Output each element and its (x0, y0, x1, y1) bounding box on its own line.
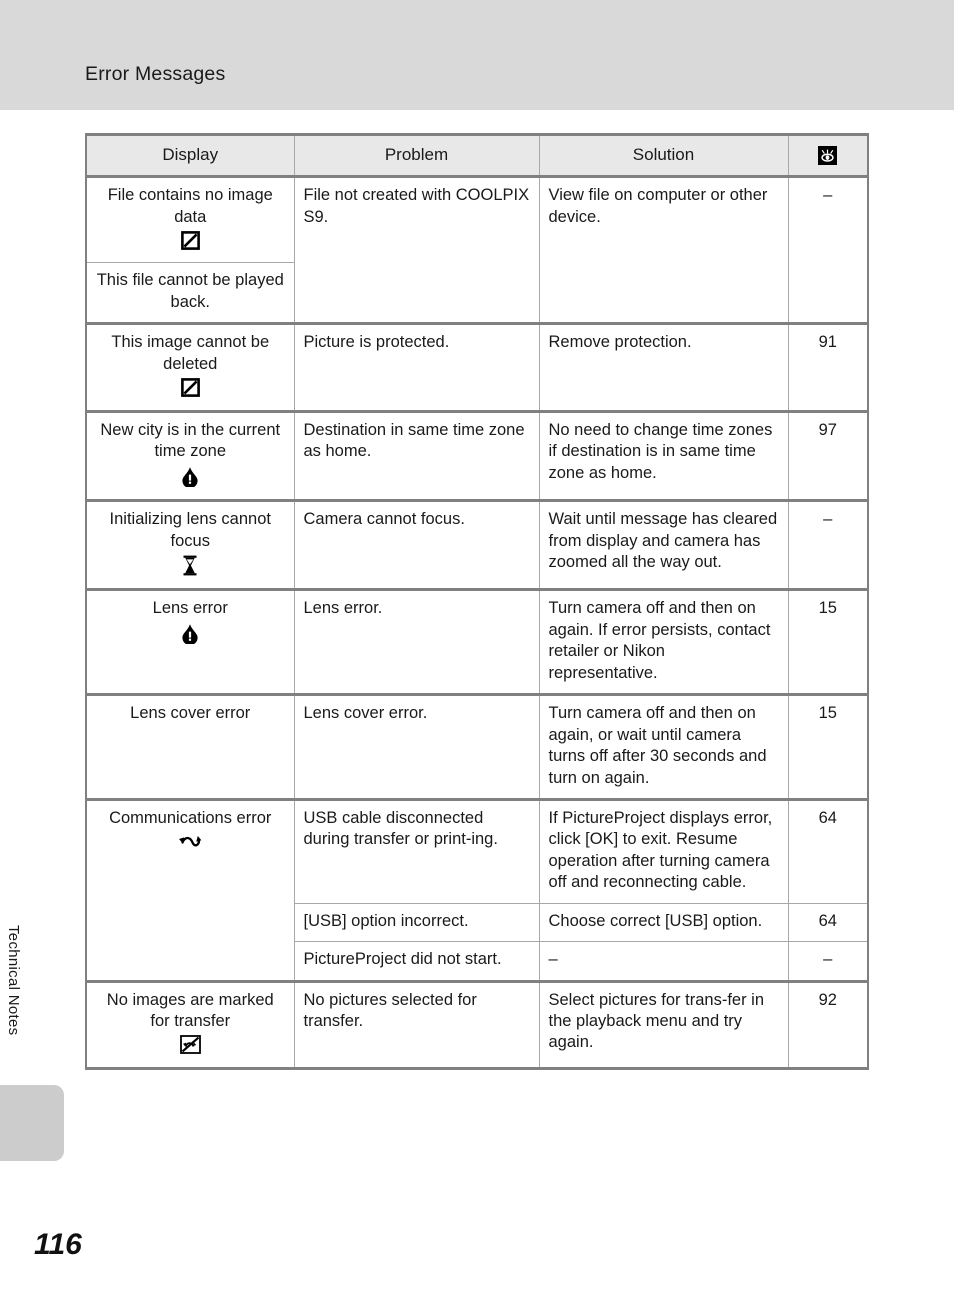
transfer-icon (96, 832, 285, 852)
cell-display: This image cannot be deleted (85, 322, 295, 413)
cell-reference-page: 64 (787, 902, 869, 943)
cell-problem: Picture is protected. (293, 322, 540, 413)
cell-reference-page: 15 (787, 694, 869, 801)
cell-solution: Turn camera off and then on again, or wa… (538, 694, 789, 801)
cell-display-text: No images are marked for transfer (106, 990, 274, 1031)
cell-solution: View file on computer or other device. (538, 175, 789, 325)
cell-display: Communications error (85, 798, 295, 983)
no-image-icon (96, 378, 285, 401)
cell-reference-page: 91 (787, 322, 869, 413)
error-messages-table: Display Problem Solution File contains n… (85, 132, 869, 1070)
cell-reference-page: 15 (787, 589, 869, 697)
page-header-band: Error Messages (0, 0, 954, 110)
table-row: Lens error Lens error. Turn camera off a… (85, 589, 869, 697)
cell-solution: Remove protection. (538, 322, 789, 413)
cell-problem: Lens error. (293, 589, 540, 697)
page-number: 116 (34, 1228, 82, 1261)
hourglass-icon (96, 555, 285, 580)
cell-solution: Turn camera off and then on again. If er… (538, 589, 789, 697)
cell-solution: Select pictures for trans-fer in the pla… (538, 980, 789, 1070)
table-row: Communications error USB cable disconnec… (85, 798, 869, 983)
cell-display-text: Communications error (109, 808, 272, 827)
cell-reference-page: – (787, 500, 869, 592)
cell-solution: – (538, 941, 789, 983)
table-row: New city is in the current time zone Des… (85, 410, 869, 503)
table-body: File contains no image data File not cre… (85, 175, 869, 1070)
cell-display: File contains no image data (85, 175, 295, 264)
reference-page-icon (818, 146, 838, 166)
table-row: Initializing lens cannot focus Camera ca… (85, 500, 869, 592)
cell-problem: No pictures selected for transfer. (293, 980, 540, 1070)
cell-display-text: New city is in the current time zone (100, 420, 281, 461)
cell-solution: If PictureProject displays error, click … (538, 798, 789, 904)
cell-problem: [USB] option incorrect. (293, 902, 540, 943)
column-header-solution: Solution (538, 132, 789, 179)
page-title: Error Messages (85, 63, 226, 85)
cell-display-text: File contains no image data (107, 186, 273, 226)
table-row: No images are marked for transfer No pic… (85, 980, 869, 1070)
no-image-icon (96, 231, 285, 254)
cell-solution: No need to change time zones if destinat… (538, 410, 789, 503)
column-header-display: Display (85, 132, 295, 179)
cell-problem: USB cable disconnected during transfer o… (293, 798, 540, 904)
cell-solution: Choose correct [USB] option. (538, 902, 789, 943)
column-header-reference-page (787, 132, 869, 179)
section-tab-marker (0, 1085, 64, 1161)
cell-reference-page: – (787, 175, 869, 325)
cell-display: Lens cover error (85, 694, 295, 801)
error-messages-table-wrapper: Display Problem Solution File contains n… (85, 132, 869, 1070)
warning-icon (96, 623, 285, 648)
cell-display: Lens error (85, 589, 295, 697)
cell-solution: Wait until message has cleared from disp… (538, 500, 789, 592)
cell-reference-page: 92 (787, 980, 869, 1070)
cell-display: No images are marked for transfer (85, 980, 295, 1070)
table-row: This image cannot be deleted Picture is … (85, 322, 869, 413)
no-transfer-icon (96, 1035, 285, 1058)
table-header: Display Problem Solution (85, 132, 869, 179)
cell-problem: Camera cannot focus. (293, 500, 540, 592)
cell-display-text: This image cannot be deleted (111, 333, 270, 373)
cell-problem: File not created with COOLPIX S9. (293, 175, 540, 325)
column-header-problem: Problem (293, 132, 540, 179)
cell-display-text: Lens error (152, 599, 228, 618)
section-label: Technical Notes (5, 925, 22, 1036)
cell-display: This file cannot be played back. (85, 262, 295, 326)
cell-problem: Destination in same time zone as home. (293, 410, 540, 503)
cell-problem: PictureProject did not start. (293, 941, 540, 983)
cell-display: New city is in the current time zone (85, 410, 295, 503)
table-row: File contains no image data File not cre… (85, 175, 869, 325)
cell-problem: Lens cover error. (293, 694, 540, 801)
table-row: Lens cover error Lens cover error. Turn … (85, 694, 869, 801)
table-header-row: Display Problem Solution (85, 132, 869, 179)
cell-reference-page: 97 (787, 410, 869, 503)
warning-icon (96, 466, 285, 491)
cell-reference-page: – (787, 941, 869, 983)
cell-display: Initializing lens cannot focus (85, 500, 295, 592)
cell-display-text: Initializing lens cannot focus (109, 510, 271, 550)
cell-reference-page: 64 (787, 798, 869, 904)
